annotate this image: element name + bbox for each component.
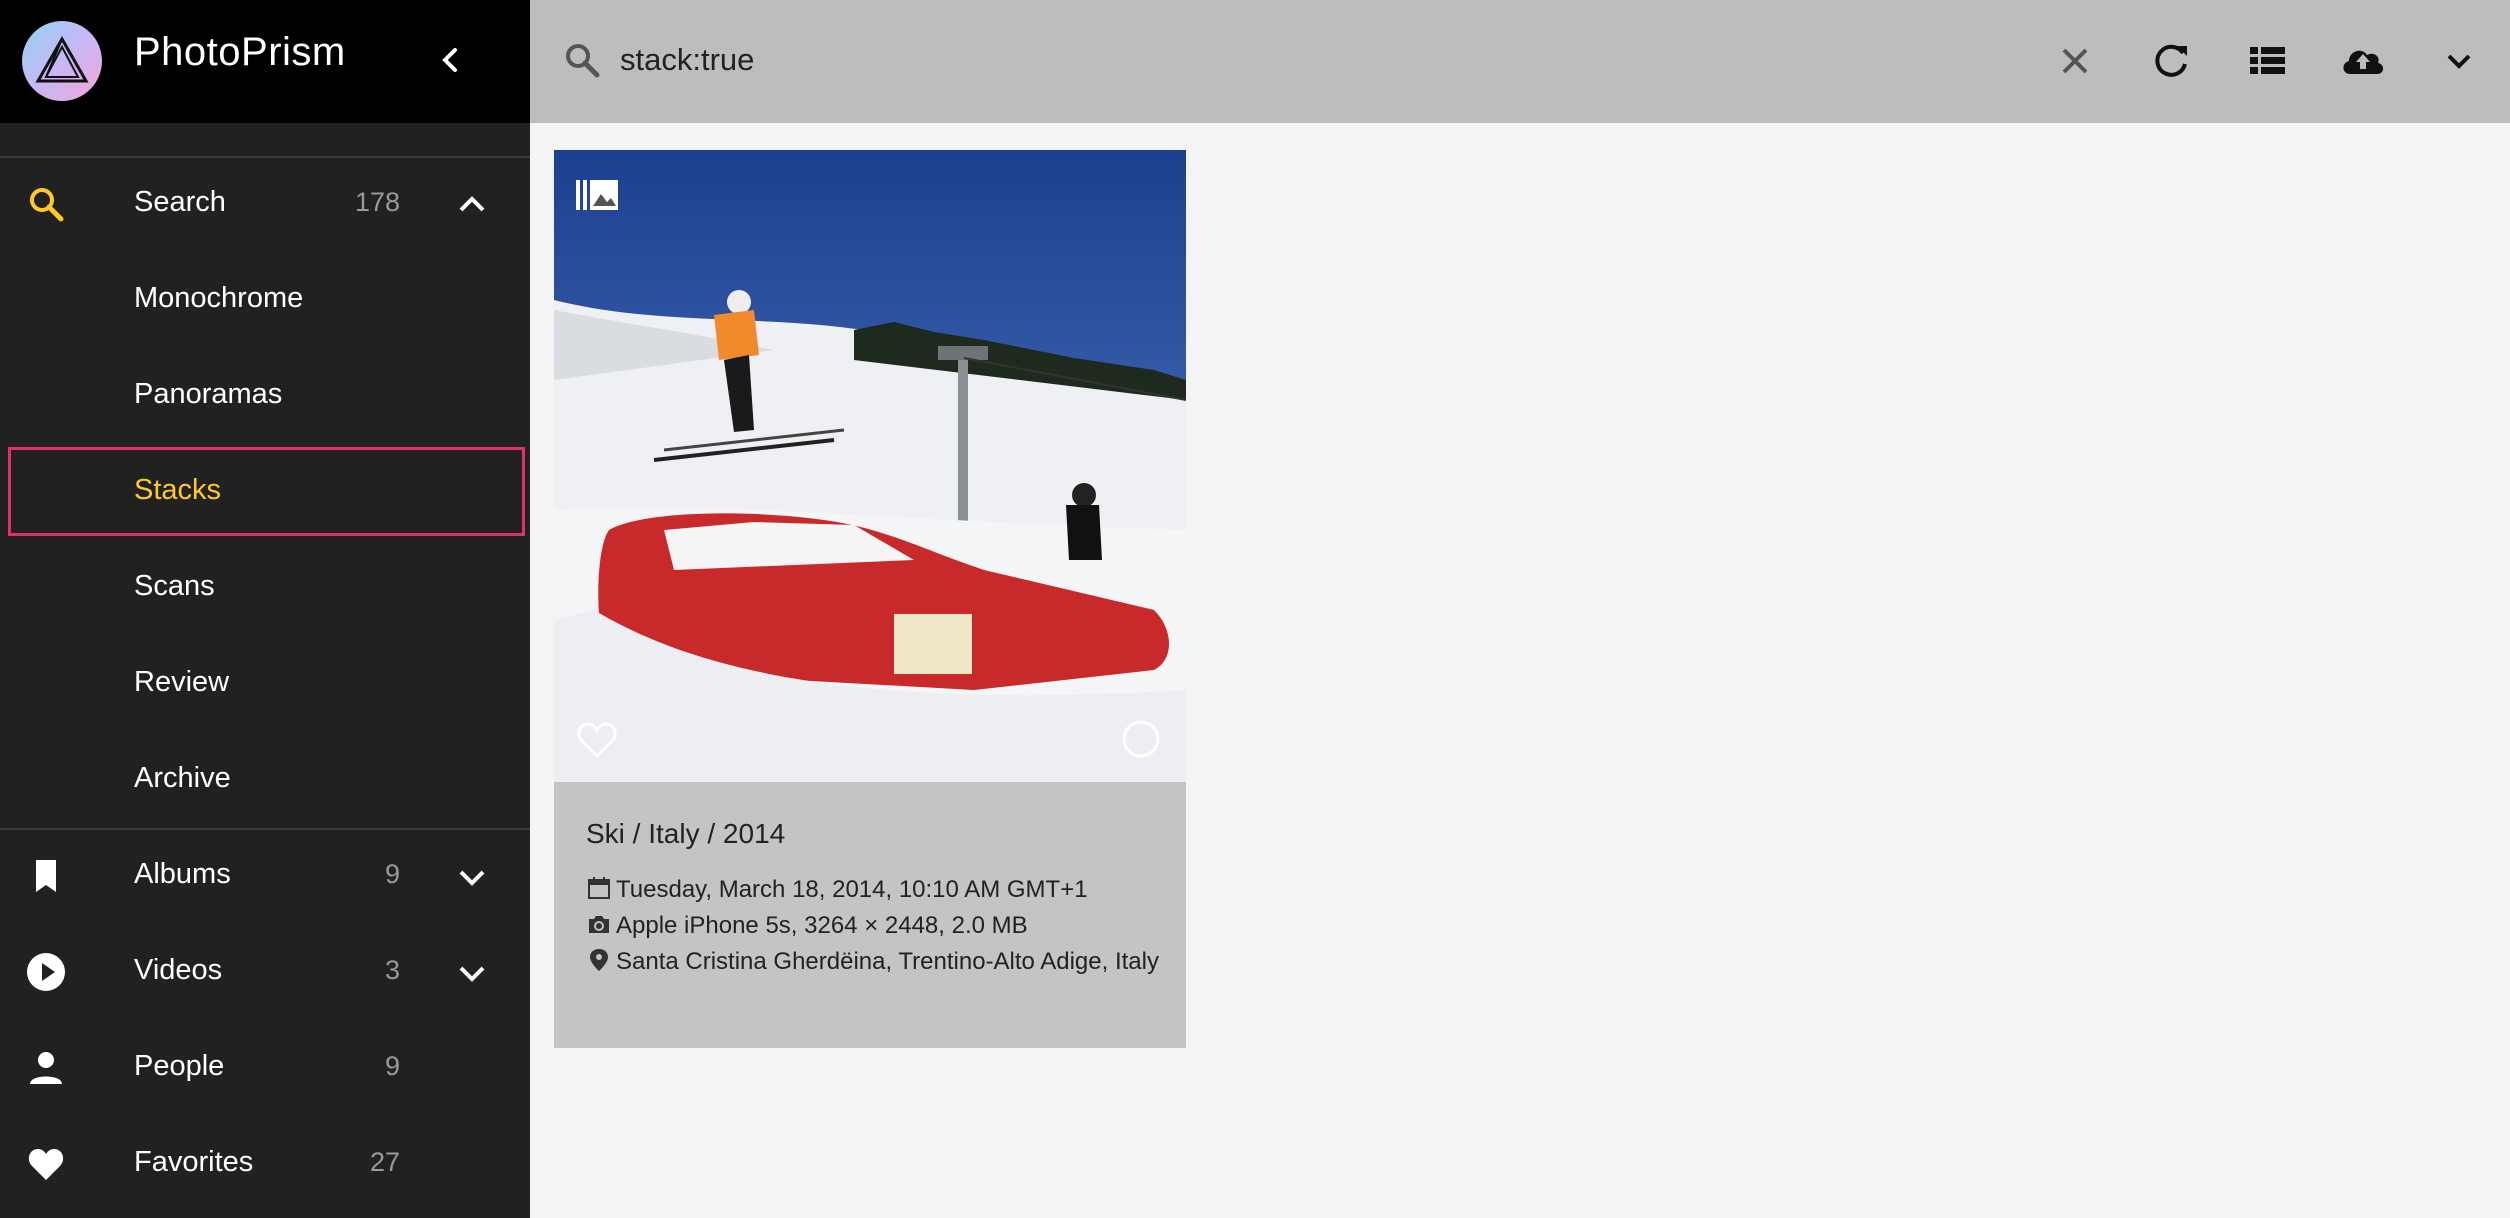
sidebar-item-label: Scans: [134, 570, 215, 602]
brand-header: PhotoPrism: [0, 0, 530, 123]
photo-card[interactable]: Ski / Italy / 2014 Tuesday, March 18, 20…: [554, 150, 1186, 1048]
sidebar-item-label: Albums: [134, 858, 231, 890]
person-icon: [30, 1052, 62, 1084]
search-toolbar: [530, 0, 2510, 123]
sidebar-item-count: 9: [384, 859, 400, 889]
photo-location-row: Santa Cristina Gherdëina, Trentino-Alto …: [586, 944, 1166, 980]
sidebar-item-label: People: [134, 1050, 225, 1082]
sidebar-item-label: Favorites: [134, 1146, 254, 1178]
search-icon: [30, 188, 64, 222]
sidebar-item-count: 27: [369, 1147, 400, 1177]
list-view-icon[interactable]: [2242, 36, 2292, 86]
photo-camera: Apple iPhone 5s, 3264 × 2448, 2.0 MB: [616, 912, 1028, 939]
favorite-toggle-icon[interactable]: [574, 718, 620, 760]
sidebar-item-label: Monochrome: [134, 282, 304, 314]
sidebar-item-search[interactable]: Search 178: [0, 156, 530, 252]
camera-icon: [589, 916, 609, 933]
heart-icon: [28, 1149, 64, 1180]
photo-date-row: Tuesday, March 18, 2014, 10:10 AM GMT+1: [586, 872, 1088, 908]
photo-thumbnail[interactable]: [554, 150, 1186, 782]
photoprism-logo[interactable]: [22, 21, 102, 101]
calendar-icon: [588, 877, 610, 899]
search-icon: [566, 44, 600, 78]
app-title: PhotoPrism: [134, 30, 346, 74]
sidebar-item-label: Search: [134, 186, 226, 218]
chevron-down-icon[interactable]: [453, 954, 491, 992]
chevron-up-icon[interactable]: [453, 186, 491, 224]
sidebar-item-archive[interactable]: Archive: [0, 732, 530, 828]
bookmark-icon: [36, 860, 56, 892]
sidebar-item-label: Review: [134, 666, 230, 698]
sidebar-item-review[interactable]: Review: [0, 636, 530, 732]
clear-icon[interactable]: [2050, 36, 2100, 86]
sidebar: PhotoPrism Search 178 Monochrome Panoram…: [0, 0, 530, 1218]
play-circle-icon: [27, 953, 65, 991]
photo-date: Tuesday, March 18, 2014, 10:10 AM GMT+1: [616, 876, 1088, 903]
photo-location: Santa Cristina Gherdëina, Trentino-Alto …: [616, 948, 1159, 975]
sidebar-item-albums[interactable]: Albums 9: [0, 828, 530, 924]
expand-icon[interactable]: [2434, 36, 2484, 86]
sidebar-item-panoramas[interactable]: Panoramas: [0, 348, 530, 444]
sidebar-item-people[interactable]: People 9: [0, 1020, 530, 1116]
sidebar-item-videos[interactable]: Videos 3: [0, 924, 530, 1020]
selection-highlight: [8, 447, 525, 536]
sidebar-item-count: 3: [384, 955, 400, 985]
search-input[interactable]: [618, 34, 1418, 86]
chevron-down-icon[interactable]: [453, 858, 491, 896]
photo-camera-row: Apple iPhone 5s, 3264 × 2448, 2.0 MB: [586, 908, 1028, 944]
sidebar-item-count: 178: [354, 187, 400, 217]
select-circle-icon[interactable]: [1120, 718, 1162, 760]
sidebar-item-label: Videos: [134, 954, 223, 986]
sidebar-item-label: Panoramas: [134, 378, 283, 410]
upload-icon[interactable]: [2338, 36, 2388, 86]
refresh-icon[interactable]: [2146, 36, 2196, 86]
photo-title: Ski / Italy / 2014: [586, 818, 786, 849]
stack-icon: [576, 180, 618, 210]
sidebar-item-count: 9: [384, 1051, 400, 1081]
sidebar-item-monochrome[interactable]: Monochrome: [0, 252, 530, 348]
location-pin-icon: [590, 949, 608, 971]
sidebar-item-scans[interactable]: Scans: [0, 540, 530, 636]
sidebar-item-label: Archive: [134, 762, 231, 794]
sidebar-item-favorites[interactable]: Favorites 27: [0, 1116, 530, 1212]
collapse-sidebar-icon[interactable]: [430, 40, 470, 80]
